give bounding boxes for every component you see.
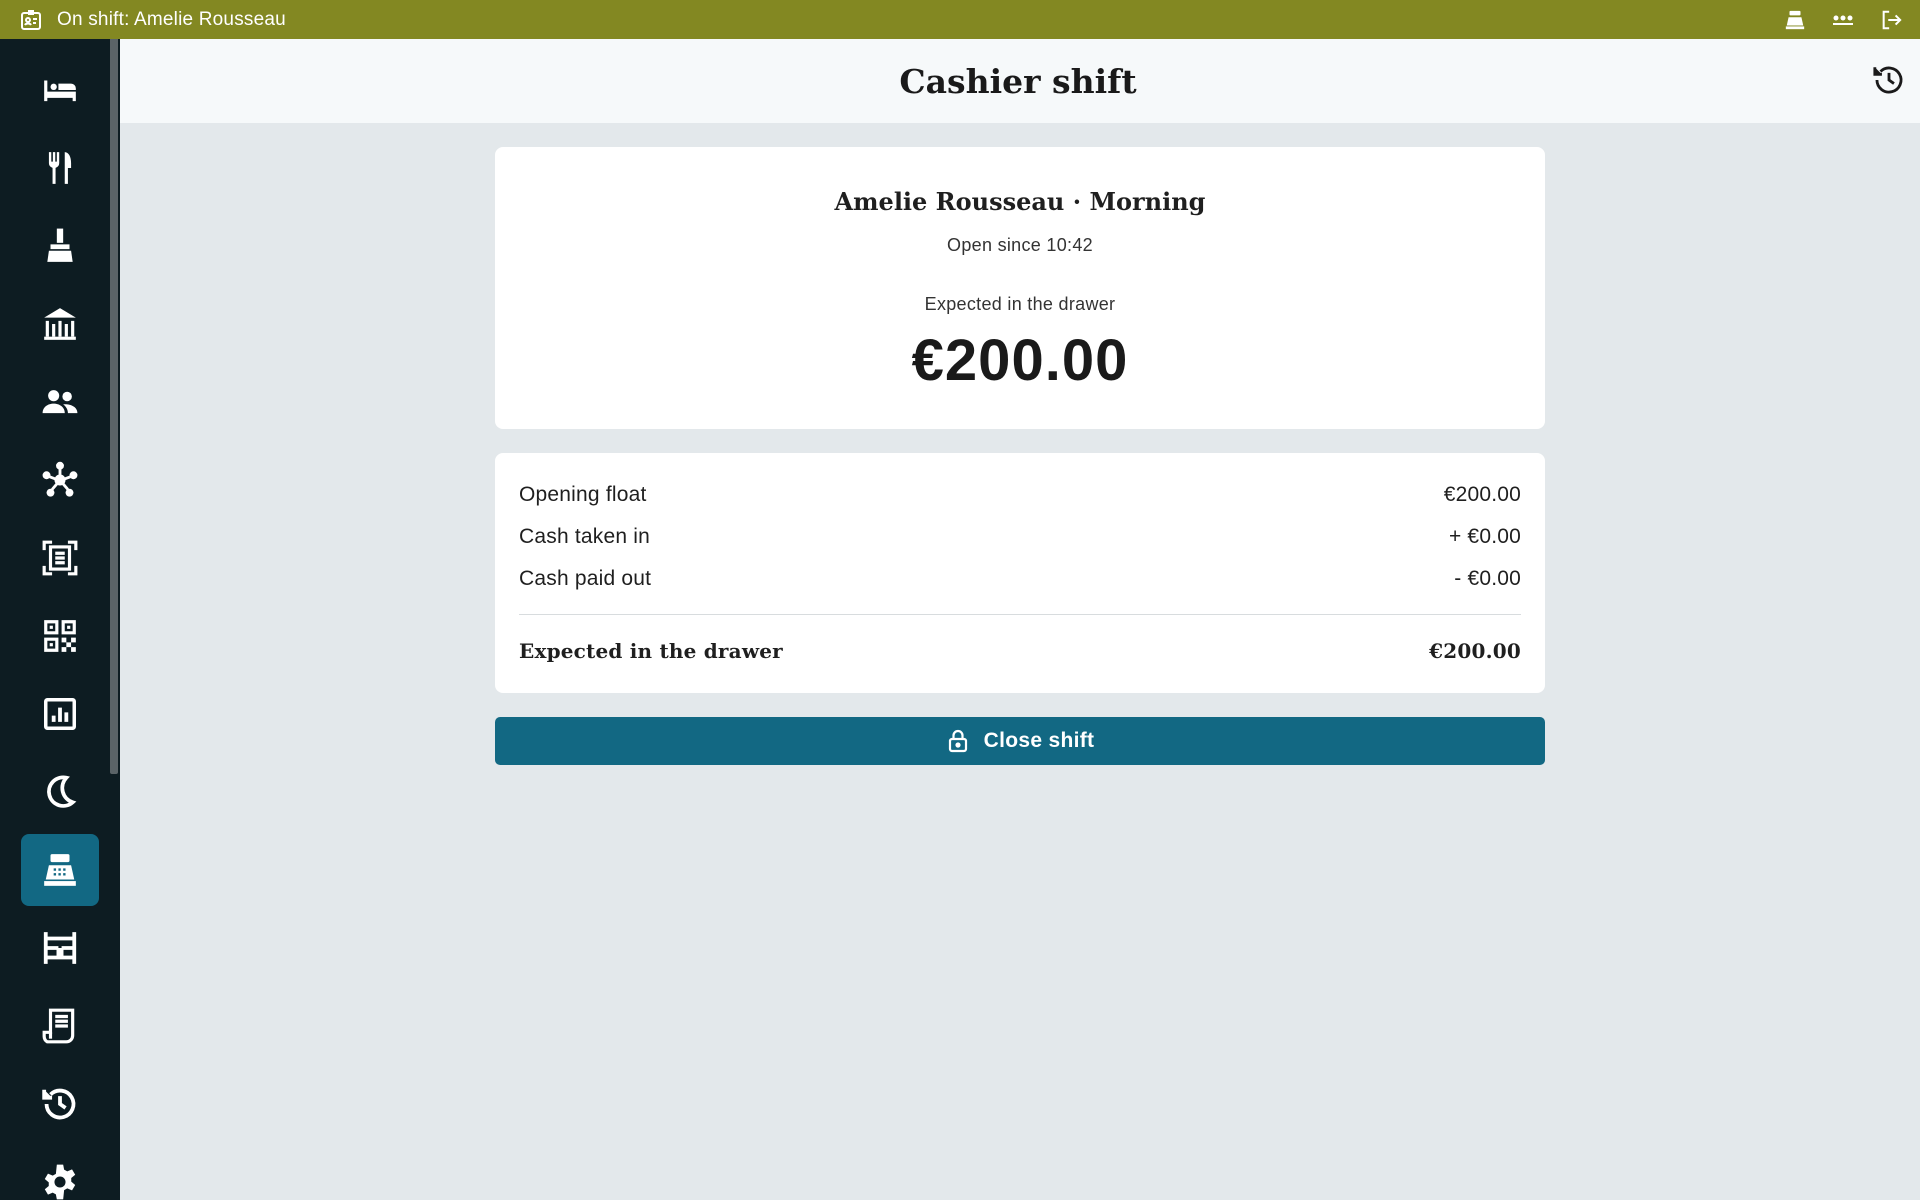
id-badge-icon [19, 8, 43, 32]
qr-code-icon [44, 620, 76, 652]
sidebar [0, 39, 120, 1200]
shift-cashier-name: Amelie Rousseau · Morning [834, 187, 1206, 216]
cash-ledger-card: Opening float €200.00 Cash taken in + €0… [495, 453, 1545, 693]
sidebar-item-guests[interactable] [21, 366, 99, 438]
ledger-label: Cash taken in [519, 525, 651, 548]
cash-register-icon[interactable] [1782, 7, 1808, 33]
close-shift-button[interactable]: Close shift [495, 717, 1545, 765]
sidebar-scrollbar[interactable] [110, 39, 118, 774]
restaurant-icon [48, 152, 72, 184]
document-scan-icon [42, 540, 78, 576]
ledger-value: + €0.00 [1448, 525, 1521, 548]
ledger-row: Cash paid out - €0.00 [519, 567, 1521, 591]
sidebar-item-network[interactable] [21, 444, 99, 516]
shift-open-time: Open since 10:42 [947, 235, 1093, 255]
invoice-icon [42, 1008, 75, 1044]
ledger-divider [519, 614, 1521, 615]
settings-icon [44, 1164, 76, 1200]
logout-icon[interactable] [1878, 7, 1904, 33]
top-bar: On shift: Amelie Rousseau [0, 0, 1920, 39]
page-title: Cashier shift [899, 61, 1137, 101]
ledger-total-label: Expected in the drawer [519, 639, 783, 663]
facility-icon [44, 308, 76, 340]
ledger-label: Cash paid out [519, 567, 652, 590]
expected-label: Expected in the drawer [924, 294, 1116, 314]
sidebar-item-facilities[interactable] [21, 288, 99, 360]
floor-plan-icon [43, 932, 77, 964]
guests-icon [42, 390, 78, 414]
sidebar-item-floor-plan[interactable] [21, 912, 99, 984]
history-icon [1873, 66, 1903, 94]
expected-amount: €200.00 [911, 328, 1129, 393]
ledger-total-value: €200.00 [1429, 639, 1521, 663]
page-header: Cashier shift [120, 39, 1920, 123]
network-icon [42, 461, 78, 497]
ledger-label: Opening float [519, 483, 647, 506]
ledger-total-row: Expected in the drawer €200.00 [519, 639, 1521, 663]
sidebar-item-night-audit[interactable] [21, 756, 99, 828]
sidebar-item-reports[interactable] [21, 678, 99, 750]
ledger-row: Cash taken in + €0.00 [519, 525, 1521, 549]
sidebar-item-settings[interactable] [21, 1146, 99, 1200]
history-icon [42, 1088, 76, 1120]
sidebar-item-history[interactable] [21, 1068, 99, 1140]
housekeeping-icon [47, 228, 73, 262]
history-button[interactable] [1870, 61, 1908, 99]
sidebar-item-cashier[interactable] [21, 834, 99, 906]
sidebar-item-document-scan[interactable] [21, 522, 99, 594]
lock-icon [946, 729, 970, 753]
report-icon [44, 698, 76, 730]
ledger-value: €200.00 [1443, 483, 1521, 506]
more-icon[interactable] [1830, 7, 1856, 33]
ledger-row: Opening float €200.00 [519, 483, 1521, 507]
sidebar-item-restaurant[interactable] [21, 132, 99, 204]
sidebar-item-qr-codes[interactable] [21, 600, 99, 672]
cash-register-icon [44, 854, 76, 886]
sidebar-item-invoices[interactable] [21, 990, 99, 1062]
sidebar-item-rooms[interactable] [21, 54, 99, 126]
sidebar-item-housekeeping[interactable] [21, 210, 99, 282]
shift-status: On shift: Amelie Rousseau [57, 8, 286, 30]
ledger-value: - €0.00 [1454, 567, 1521, 590]
shift-summary-card: Amelie Rousseau · Morning Open since 10:… [495, 147, 1545, 429]
close-shift-label: Close shift [983, 729, 1095, 752]
night-audit-icon [47, 775, 77, 808]
bed-icon [44, 80, 76, 102]
